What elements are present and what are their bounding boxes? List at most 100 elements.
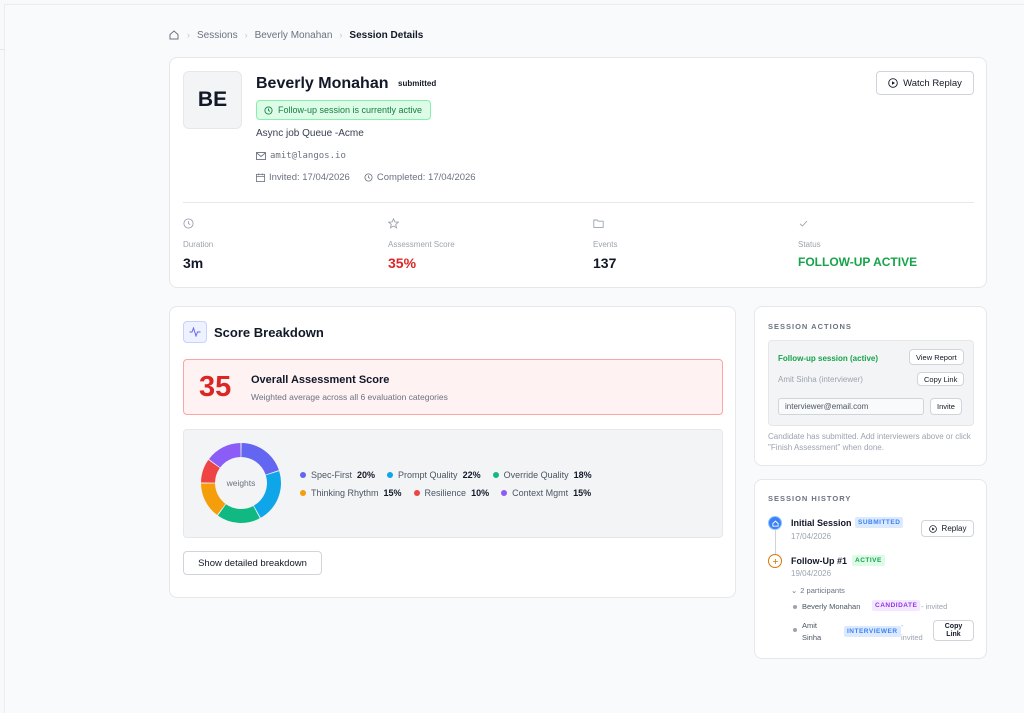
participant-name-line: Amit — [802, 621, 817, 630]
legend-value: 10% — [471, 488, 490, 498]
check-icon — [799, 220, 808, 227]
participant-state: - invited — [901, 620, 923, 644]
legend-dot — [300, 472, 306, 478]
section-title: SESSION ACTIONS — [768, 322, 852, 331]
show-detailed-breakdown-button[interactable]: Show detailed breakdown — [183, 551, 322, 575]
status-badge: SUBMITTED — [855, 517, 904, 528]
role-badge: CANDIDATE — [872, 600, 921, 611]
section-title: Score Breakdown — [214, 325, 324, 340]
participant-name: Beverly Monahan — [802, 602, 861, 611]
breadcrumb-current: Session Details — [349, 29, 424, 41]
avatar: BE — [183, 71, 242, 129]
job-title: Async job Queue -Acme — [256, 128, 364, 139]
score-breakdown-card: Score Breakdown 35 Overall Assessment Sc… — [169, 306, 736, 598]
copy-link-label: Link — [946, 630, 961, 638]
breadcrumb-sessions[interactable]: Sessions — [197, 30, 238, 41]
active-banner-text: Follow-up session is currently active — [278, 105, 423, 115]
participant-name: Amit Sinha — [802, 620, 821, 644]
donut-segment-spec-first — [241, 443, 279, 475]
weights-donut-chart: weights — [201, 443, 281, 523]
clock-icon — [183, 218, 194, 229]
legend-item: Resilience 10% — [413, 488, 490, 498]
legend-item: Spec-First 20% — [300, 470, 375, 480]
breadcrumb: › Sessions › Beverly Monahan › Session D… — [168, 29, 423, 41]
legend-value: 15% — [383, 488, 402, 498]
legend-item: Prompt Quality 22% — [387, 470, 481, 480]
actions-note: Candidate has submitted. Add interviewer… — [768, 432, 971, 452]
session-actions-card: SESSION ACTIONS Follow-up session (activ… — [754, 306, 987, 466]
mail-icon — [256, 152, 266, 160]
invite-button[interactable]: Invite — [930, 398, 962, 415]
participant-state-line: invited — [901, 633, 923, 642]
email-text: amit@langos.io — [270, 151, 346, 161]
clock-icon — [364, 173, 373, 182]
legend-dot — [387, 472, 394, 478]
copy-link-button[interactable]: Copy Link — [917, 372, 965, 386]
weights-legend: Spec-First 20% Prompt Quality 22% Override Q… — [300, 470, 592, 506]
email: amit@langos.io — [256, 151, 346, 161]
stat-value: FOLLOW-UP ACTIVE — [798, 255, 918, 269]
copy-link-button[interactable]: Copy Link — [933, 620, 974, 641]
participant-state-line: - — [901, 621, 904, 630]
stat-duration: Duration 3m — [183, 218, 213, 271]
view-report-button[interactable]: View Report — [909, 349, 964, 365]
stat-status: Status FOLLOW-UP ACTIVE — [798, 218, 917, 269]
history-item-title: Follow-Up #1 — [791, 556, 847, 566]
legend-value: 20% — [357, 470, 376, 480]
copy-link-label: Copy — [944, 622, 963, 630]
stat-label: Assessment Score — [388, 240, 455, 249]
legend-label: Resilience — [424, 488, 467, 498]
replay-button[interactable]: Replay — [921, 520, 974, 537]
status-badge: ACTIVE — [852, 555, 885, 566]
participant-bullet — [793, 628, 797, 632]
legend-label: Context Mgmt — [512, 488, 569, 498]
legend-value: 15% — [573, 488, 592, 498]
activity-icon — [183, 321, 207, 343]
legend-row: Thinking Rhythm 15% Resilience 10% Context M… — [300, 488, 592, 498]
legend-value: 22% — [462, 470, 481, 480]
divider — [183, 202, 974, 203]
participant-bullet — [793, 605, 797, 609]
legend-label: Thinking Rhythm — [311, 488, 379, 498]
status-badge: submitted — [398, 79, 437, 88]
legend-label: Override Quality — [503, 470, 569, 480]
legend-item: Context Mgmt 15% — [501, 488, 591, 498]
overall-score-subtitle: Weighted average across all 6 evaluation… — [251, 392, 448, 402]
play-icon — [928, 524, 937, 533]
session-node-icon — [768, 554, 782, 568]
stat-value: 35% — [388, 255, 417, 271]
dates: Invited: 17/04/2026 Completed: 17/04/202… — [256, 172, 476, 183]
interviewer-name: Amit Sinha (interviewer) — [778, 375, 863, 384]
divider — [0, 49, 4, 50]
star-icon — [388, 218, 399, 229]
candidate-name: Beverly Monahan — [256, 75, 389, 92]
interviewer-email-input[interactable] — [778, 398, 924, 415]
legend-value: 18% — [573, 470, 592, 480]
overall-score-title: Overall Assessment Score — [251, 374, 390, 386]
breadcrumb-separator: › — [187, 30, 190, 40]
profile-card: BE Beverly Monahan submitted Follow-up s… — [169, 57, 987, 288]
chevron-icon: ⌄ — [791, 586, 798, 595]
legend-row: Spec-First 20% Prompt Quality 22% Override Q… — [300, 470, 592, 480]
overall-score-panel: 35 Overall Assessment Score Weighted ave… — [183, 359, 723, 415]
stat-value: 137 — [593, 255, 617, 271]
watch-replay-button[interactable]: Watch Replay — [876, 71, 974, 95]
weights-panel: weights Spec-First 20% Prompt Quality 22% Ov… — [183, 429, 723, 538]
folder-icon — [593, 219, 604, 228]
legend-dot — [501, 490, 508, 496]
section-title: SESSION HISTORY — [768, 494, 852, 503]
participants-toggle[interactable]: ⌄ 2 participants — [791, 586, 845, 595]
breadcrumb-candidate[interactable]: Beverly Monahan — [255, 30, 333, 41]
home-icon[interactable] — [168, 29, 180, 41]
breadcrumb-separator: › — [244, 30, 248, 40]
invited-date: Invited: 17/04/2026 — [269, 172, 350, 183]
legend-dot — [492, 472, 499, 478]
participant-state: - invited — [921, 602, 948, 611]
overall-score-value: 35 — [199, 371, 232, 403]
session-node-icon — [768, 516, 782, 530]
stat-label: Status — [798, 240, 821, 249]
stat-events: Events 137 — [593, 218, 617, 271]
stat-label: Events — [593, 240, 618, 249]
actions-panel: Follow-up session (active) View Report A… — [768, 340, 974, 426]
history-item-date: 19/04/2026 — [791, 569, 832, 578]
